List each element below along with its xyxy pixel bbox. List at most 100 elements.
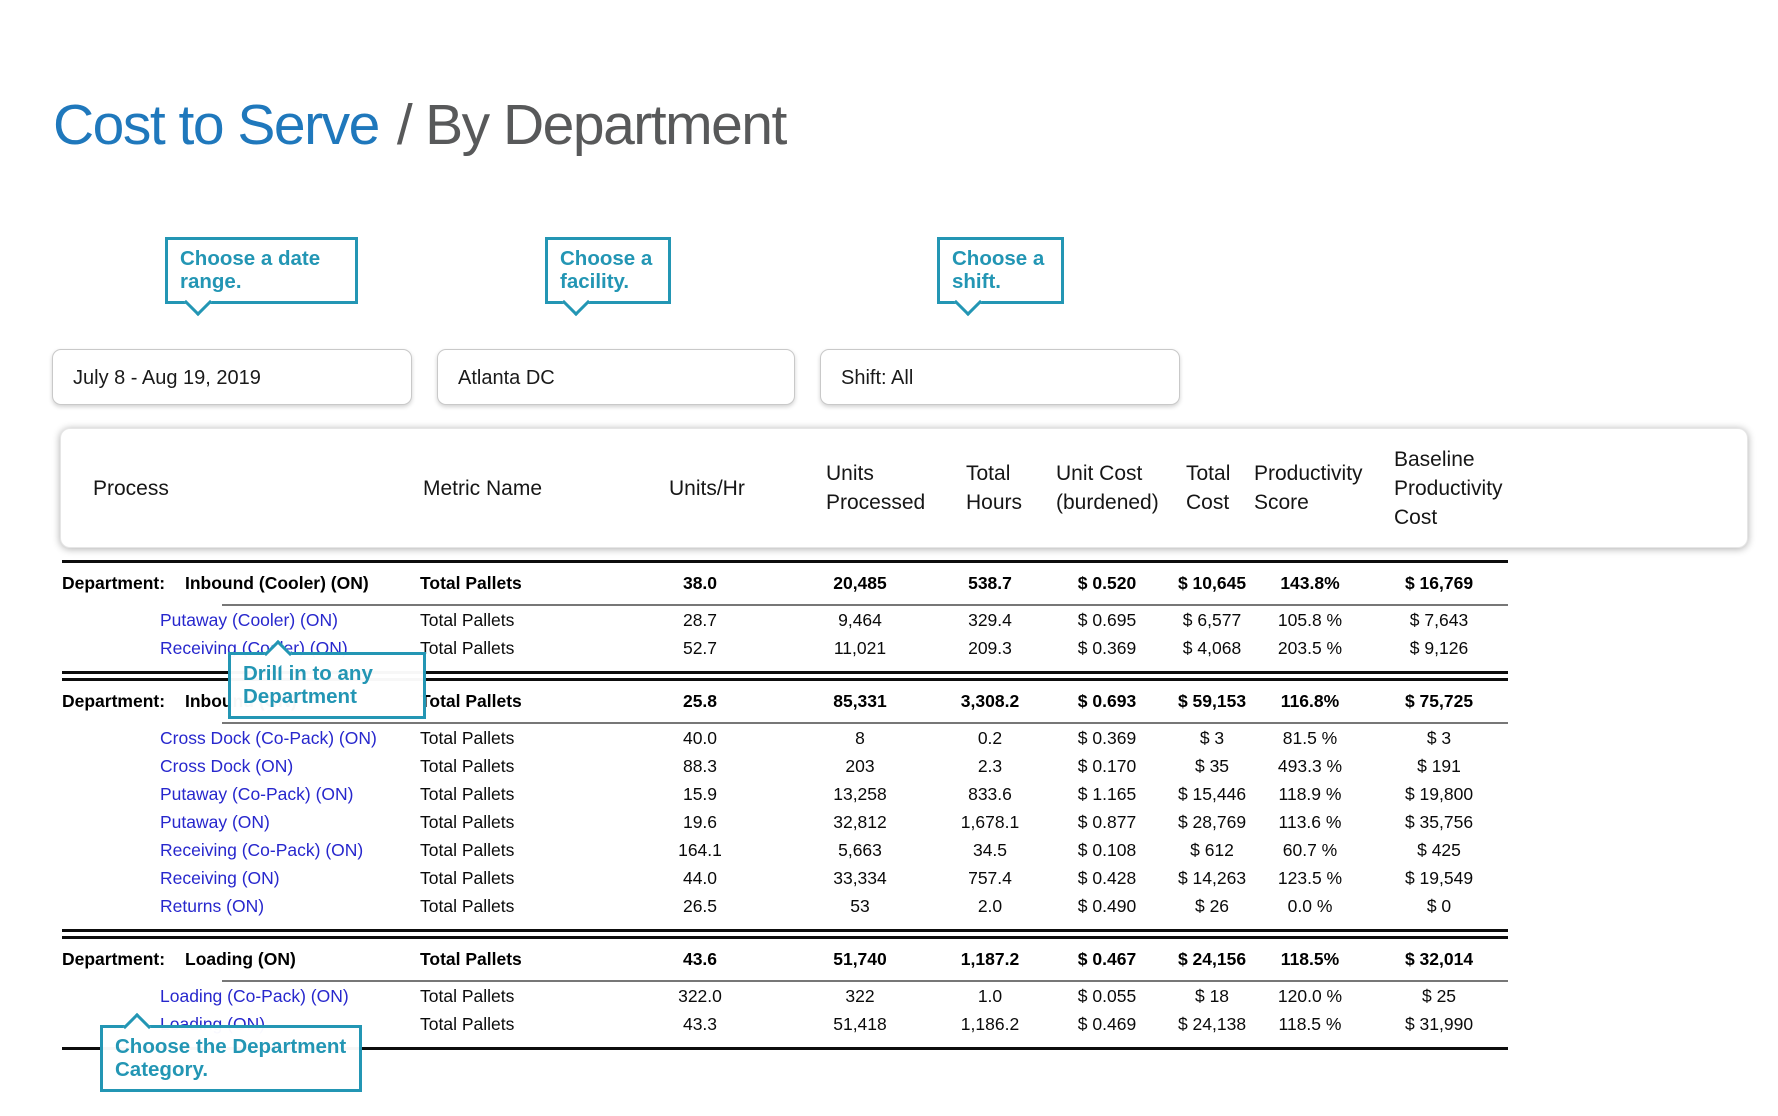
total-hours-cell: 1.0 — [940, 986, 1040, 1007]
units-hr-cell: 52.7 — [620, 638, 780, 659]
unit-cost-cell: $ 0.369 — [1040, 638, 1174, 659]
total-cost-cell: $ 28,769 — [1174, 812, 1250, 833]
unit-cost-cell: $ 0.469 — [1040, 1014, 1174, 1035]
total-cost-cell: $ 18 — [1174, 986, 1250, 1007]
column-header-baseline-productivity-cost[interactable]: Baseline Productivity Cost — [1371, 445, 1509, 532]
units-processed-cell: 203 — [780, 756, 940, 777]
units-hr-cell: 164.1 — [620, 840, 780, 861]
productivity-score-cell: 105.8 % — [1250, 610, 1370, 631]
total-hours-cell: 1,186.2 — [940, 1014, 1040, 1035]
units-hr-cell: 38.0 — [620, 573, 780, 594]
process-link[interactable]: Putaway (Co-Pack) (ON) — [160, 784, 354, 804]
productivity-score-cell: 118.5% — [1250, 949, 1370, 970]
productivity-score-cell: 203.5 % — [1250, 638, 1370, 659]
units-processed-cell: 8 — [780, 728, 940, 749]
process-link[interactable]: Cross Dock (ON) — [160, 756, 293, 776]
total-hours-cell: 329.4 — [940, 610, 1040, 631]
title-primary: Cost to Serve — [53, 93, 379, 157]
process-link[interactable]: Putaway (ON) — [160, 812, 270, 832]
department-label: Department: — [62, 573, 185, 594]
column-header-total-cost[interactable]: Total Cost — [1175, 459, 1251, 517]
process-link[interactable]: Receiving (Co-Pack) (ON) — [160, 840, 363, 860]
productivity-score-cell: 81.5 % — [1250, 728, 1370, 749]
total-hours-cell: 2.0 — [940, 896, 1040, 917]
column-header-metric-name[interactable]: Metric Name — [421, 474, 621, 503]
baseline-cost-cell: $ 7,643 — [1370, 610, 1508, 631]
table-row: Loading (Co-Pack) (ON) Total Pallets 322… — [62, 982, 1508, 1010]
table-header-card: Process Metric Name Units/Hr Units Proce… — [60, 428, 1748, 548]
callout-facility: Choose a facility. — [545, 237, 671, 304]
metric-cell: Total Pallets — [420, 949, 620, 970]
units-processed-cell: 85,331 — [780, 691, 940, 712]
metric-cell: Total Pallets — [420, 896, 620, 917]
units-hr-cell: 43.3 — [620, 1014, 780, 1035]
baseline-cost-cell: $ 32,014 — [1370, 949, 1508, 970]
process-link[interactable]: Returns (ON) — [160, 896, 264, 916]
metric-cell: Total Pallets — [420, 1014, 620, 1035]
shift-input[interactable]: Shift: All — [820, 349, 1180, 405]
baseline-cost-cell: $ 25 — [1370, 986, 1508, 1007]
total-cost-cell: $ 26 — [1174, 896, 1250, 917]
total-hours-cell: 34.5 — [940, 840, 1040, 861]
callout-shift-text: Choose a shift. — [952, 247, 1044, 293]
callout-shift: Choose a shift. — [937, 237, 1064, 304]
department-name: Inbound (Cooler) (ON) — [185, 573, 369, 594]
table-row: Receiving (Co-Pack) (ON) Total Pallets 1… — [62, 836, 1508, 864]
units-processed-cell: 51,740 — [780, 949, 940, 970]
process-link[interactable]: Putaway (Cooler) (ON) — [160, 610, 338, 630]
callout-category-text: Choose the Department Category. — [115, 1035, 346, 1081]
total-hours-cell: 3,308.2 — [940, 691, 1040, 712]
total-hours-cell: 757.4 — [940, 868, 1040, 889]
process-link[interactable]: Loading (Co-Pack) (ON) — [160, 986, 349, 1006]
units-processed-cell: 5,663 — [780, 840, 940, 861]
baseline-cost-cell: $ 16,769 — [1370, 573, 1508, 594]
baseline-cost-cell: $ 31,990 — [1370, 1014, 1508, 1035]
column-header-units-hr[interactable]: Units/Hr — [621, 474, 781, 503]
baseline-cost-cell: $ 19,800 — [1370, 784, 1508, 805]
total-hours-cell: 833.6 — [940, 784, 1040, 805]
callout-category: Choose the Department Category. — [100, 1025, 362, 1092]
total-hours-cell: 538.7 — [940, 573, 1040, 594]
column-header-productivity-score[interactable]: Productivity Score — [1251, 459, 1371, 517]
unit-cost-cell: $ 0.490 — [1040, 896, 1174, 917]
total-hours-cell: 2.3 — [940, 756, 1040, 777]
productivity-score-cell: 120.0 % — [1250, 986, 1370, 1007]
total-cost-cell: $ 24,138 — [1174, 1014, 1250, 1035]
units-processed-cell: 11,021 — [780, 638, 940, 659]
facility-input[interactable]: Atlanta DC — [437, 349, 795, 405]
unit-cost-cell: $ 0.520 — [1040, 573, 1174, 594]
baseline-cost-cell: $ 19,549 — [1370, 868, 1508, 889]
total-cost-cell: $ 6,577 — [1174, 610, 1250, 631]
unit-cost-cell: $ 0.877 — [1040, 812, 1174, 833]
table-header-row: Process Metric Name Units/Hr Units Proce… — [63, 445, 1509, 532]
column-header-total-hours[interactable]: Total Hours — [941, 459, 1041, 517]
units-hr-cell: 15.9 — [620, 784, 780, 805]
units-processed-cell: 13,258 — [780, 784, 940, 805]
productivity-score-cell: 118.5 % — [1250, 1014, 1370, 1035]
process-link[interactable]: Receiving (ON) — [160, 868, 280, 888]
unit-cost-cell: $ 0.369 — [1040, 728, 1174, 749]
column-header-units-processed[interactable]: Units Processed — [781, 459, 941, 517]
column-header-unit-cost[interactable]: Unit Cost (burdened) — [1041, 459, 1175, 517]
date-range-value: July 8 - Aug 19, 2019 — [73, 367, 261, 389]
report-table: Department: Inbound (Cooler) (ON) Total … — [62, 560, 1508, 1054]
process-link[interactable]: Cross Dock (Co-Pack) (ON) — [160, 728, 377, 748]
total-cost-cell: $ 59,153 — [1174, 691, 1250, 712]
total-hours-cell: 1,678.1 — [940, 812, 1040, 833]
metric-cell: Total Pallets — [420, 728, 620, 749]
date-range-input[interactable]: July 8 - Aug 19, 2019 — [52, 349, 412, 405]
productivity-score-cell: 113.6 % — [1250, 812, 1370, 833]
callout-date-range-text: Choose a date range. — [180, 247, 320, 293]
department-row: Department: Loading (ON) Total Pallets 4… — [62, 939, 1508, 980]
callout-drill-text: Drill in to any Department — [243, 662, 373, 708]
callout-drill: Drill in to any Department — [228, 652, 426, 719]
metric-cell: Total Pallets — [420, 868, 620, 889]
total-hours-cell: 209.3 — [940, 638, 1040, 659]
units-hr-cell: 25.8 — [620, 691, 780, 712]
department-label: Department: — [62, 691, 185, 712]
department-name: Loading (ON) — [185, 949, 296, 970]
productivity-score-cell: 118.9 % — [1250, 784, 1370, 805]
units-processed-cell: 322 — [780, 986, 940, 1007]
column-header-process[interactable]: Process — [63, 474, 421, 503]
units-processed-cell: 33,334 — [780, 868, 940, 889]
